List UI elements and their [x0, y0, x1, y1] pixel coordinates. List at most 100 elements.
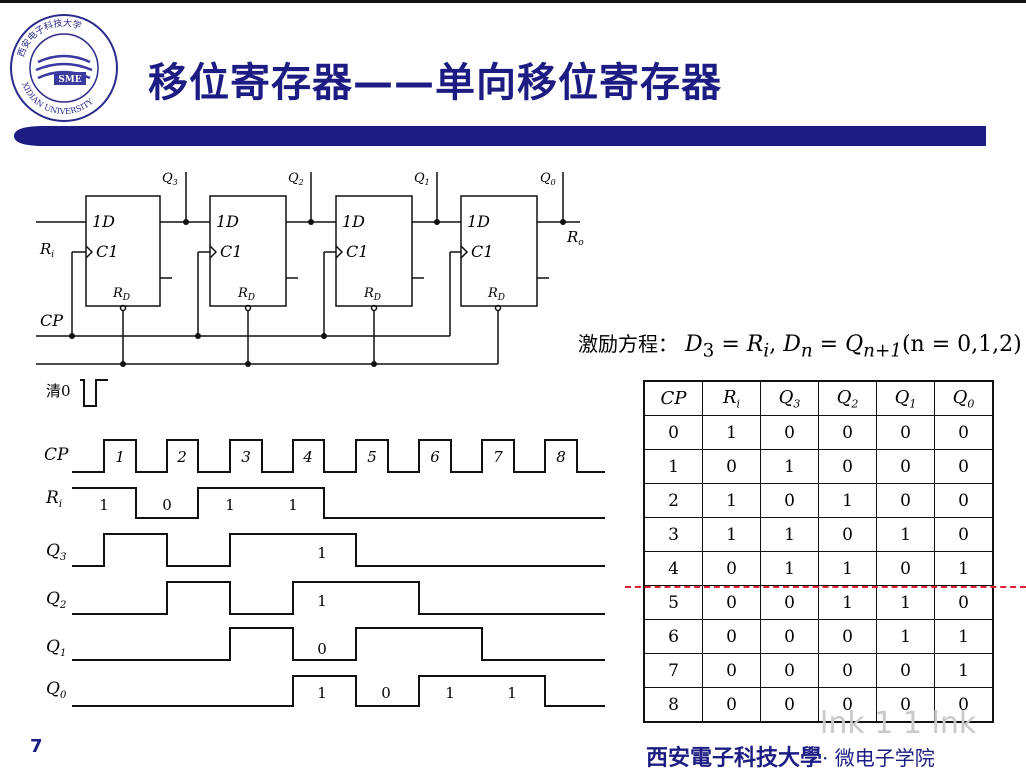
ff1-reset-label: RD: [363, 286, 381, 303]
cp-num-4: 4: [302, 448, 313, 466]
sig-label-q3: Q3: [46, 541, 66, 563]
table-cell: 1: [702, 517, 761, 552]
table-cell: 0: [818, 449, 877, 484]
eq-dn: D: [783, 332, 801, 357]
table-cell: 1: [760, 551, 819, 586]
ri-val-3: 1: [225, 496, 235, 514]
watermark: lnk 1 1 lnk: [820, 706, 977, 741]
q0-val-3: 1: [445, 684, 455, 702]
table-cell: 0: [876, 449, 935, 484]
table-row: 700001: [643, 653, 994, 688]
ri-val-2: 0: [162, 496, 172, 514]
sig-label-q2: Q2: [46, 589, 66, 611]
table-cell: 0: [702, 653, 761, 688]
ri-input-label: Ri: [39, 240, 54, 260]
top-border: [0, 0, 1026, 3]
col-q1: Q1: [876, 380, 935, 416]
table-cell: 0: [934, 415, 994, 450]
cp-num-7: 7: [493, 448, 503, 466]
table-cell: 0: [760, 415, 819, 450]
slide-title: 移位寄存器——单向移位寄存器: [148, 60, 722, 106]
cp-num-3: 3: [241, 448, 251, 466]
ff2-d-label: 1D: [216, 212, 239, 231]
table-cell: 0: [702, 551, 761, 586]
table-cell: 6: [643, 619, 703, 654]
ff0-clk-label: C1: [471, 242, 493, 261]
table-cell: 1: [643, 449, 703, 484]
table-row: 010000: [643, 415, 994, 450]
cp-input-label: CP: [40, 311, 63, 330]
table-cell: 0: [934, 585, 994, 620]
table-cell: 8: [643, 687, 703, 723]
ri-val-4: 1: [288, 496, 298, 514]
table-cell: 0: [818, 653, 877, 688]
ri-val-1: 1: [99, 496, 109, 514]
table-cell: 0: [760, 585, 819, 620]
table-cell: 0: [818, 517, 877, 552]
table-cell: 1: [876, 619, 935, 654]
cp-num-1: 1: [115, 448, 125, 466]
clear-pulse: [80, 379, 108, 407]
q1-val-1: 0: [317, 640, 327, 658]
shift-register-circuit: 1D 1D 1D 1D C1 C1 C1 C1 RD RD RD RD Q3 Q…: [36, 171, 584, 367]
table-cell: 4: [643, 551, 703, 586]
ff0-d-label: 1D: [467, 212, 490, 231]
sig-label-ri: Ri: [45, 488, 62, 510]
table-row: 210100: [643, 483, 994, 518]
table-cell: 0: [934, 449, 994, 484]
footer: 西安電子科技大學· 微电子学院: [646, 740, 935, 772]
q2-waveform: [72, 581, 605, 615]
table-cell: 7: [643, 653, 703, 688]
table-cell: 0: [876, 415, 935, 450]
eq-range: (n = 0,1,2): [901, 332, 1022, 357]
ro-output-label: Ro: [566, 228, 584, 248]
table-cell: 0: [934, 483, 994, 518]
q0-val-2: 0: [381, 684, 391, 702]
q0-output-label: Q0: [540, 171, 556, 187]
ff3-reset-label: RD: [112, 286, 130, 303]
table-cell: 0: [702, 619, 761, 654]
eq-d3-sub: 3: [702, 340, 715, 362]
footer-dept: · 微电子学院: [822, 746, 935, 770]
title-underline-bar: [14, 126, 986, 146]
sig-label-cp: CP: [44, 445, 69, 465]
table-row: 600011: [643, 619, 994, 654]
cp-num-5: 5: [367, 448, 377, 466]
table-cell: 0: [876, 483, 935, 518]
table-cell: 0: [702, 687, 761, 723]
table-cell: 1: [760, 517, 819, 552]
table-row: 401101: [643, 551, 994, 586]
col-q0: Q0: [934, 380, 994, 416]
table-cell: 1: [876, 517, 935, 552]
eq-sep: ,: [769, 332, 777, 357]
table-cell: 1: [934, 619, 994, 654]
university-logo: 西安电子科技大学 XIDIAN UNIVERSITY SME: [10, 14, 118, 122]
table-cell: 1: [934, 653, 994, 688]
table-cell: 0: [934, 517, 994, 552]
cp-num-2: 2: [176, 448, 187, 466]
table-row: 311010: [643, 517, 994, 552]
col-cp: CP: [643, 380, 703, 416]
table-row: 500110: [643, 585, 994, 620]
q2-output-label: Q2: [288, 171, 304, 187]
q0-val-1: 1: [317, 684, 327, 702]
sig-label-q1: Q1: [46, 637, 66, 659]
table-cell: 0: [760, 687, 819, 723]
q3-val-1: 1: [317, 544, 327, 562]
table-cell: 0: [643, 415, 703, 450]
q2-val-1: 1: [317, 592, 327, 610]
ff3-d-label: 1D: [92, 212, 115, 231]
table-cell: 1: [818, 585, 877, 620]
ff0-reset-label: RD: [487, 286, 505, 303]
eq-ri: R: [746, 332, 764, 357]
eq-q: Q: [845, 332, 864, 357]
table-cell: 1: [760, 449, 819, 484]
eq-equals-1: =: [721, 332, 740, 357]
q1-output-label: Q1: [414, 171, 430, 187]
table-cell: 0: [702, 585, 761, 620]
ff1-d-label: 1D: [342, 212, 365, 231]
table-cell: 1: [876, 585, 935, 620]
eq-q-sub: n+1: [863, 340, 902, 362]
table-cell: 2: [643, 483, 703, 518]
page-number: 7: [30, 736, 43, 757]
